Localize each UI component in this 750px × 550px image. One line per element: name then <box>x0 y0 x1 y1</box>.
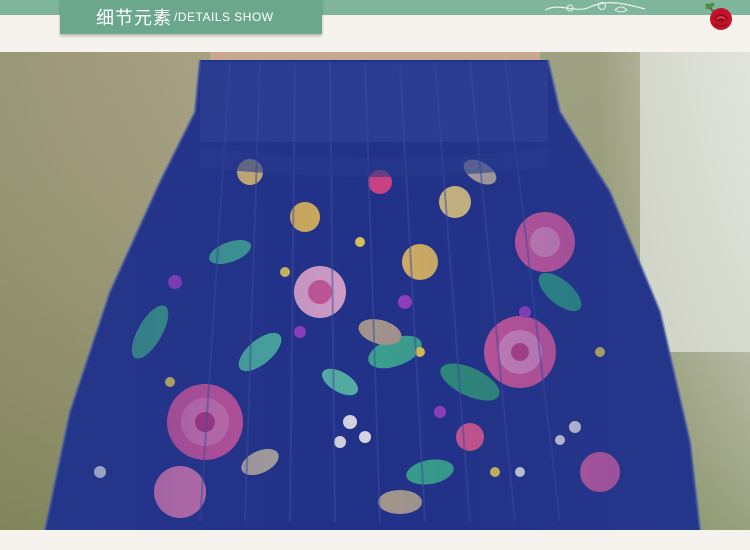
details-header: 细节元素 /DETAILS SHOW <box>0 0 750 52</box>
rose-icon <box>705 2 732 30</box>
section-title-chinese: 细节元素 <box>96 8 172 29</box>
section-title-english: /DETAILS SHOW <box>174 10 274 24</box>
footer-strip <box>0 530 750 550</box>
section-title-tab: 细节元素 /DETAILS SHOW <box>60 0 322 34</box>
floral-skirt-illustration <box>0 52 750 530</box>
floral-ornament-icon <box>544 2 646 13</box>
skirt-detail-photo <box>0 52 750 530</box>
